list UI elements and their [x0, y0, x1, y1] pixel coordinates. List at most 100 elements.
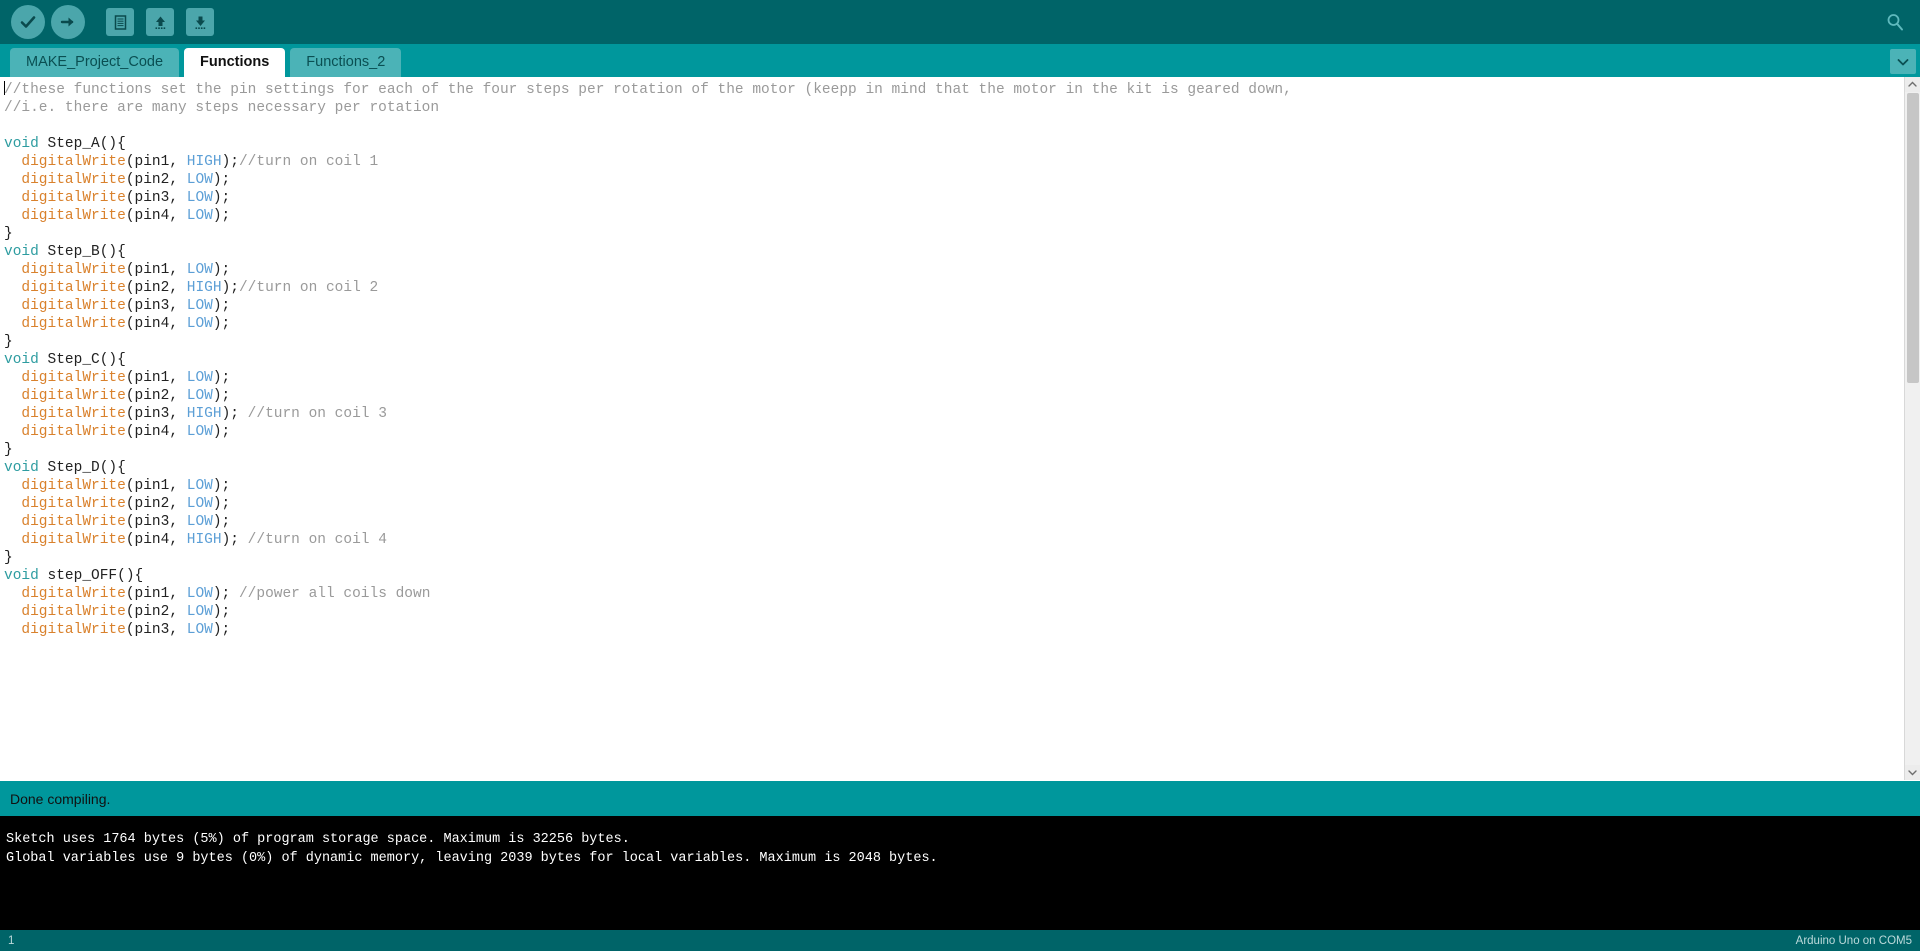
code-token: digitalWrite [21, 424, 125, 440]
code-token: LOW [187, 604, 213, 620]
magnifier-icon [1885, 12, 1905, 32]
code-token: step_OFF(){ [39, 568, 143, 584]
scroll-up-arrow[interactable] [1905, 77, 1920, 92]
code-token: ); [213, 208, 230, 224]
code-token: ); [213, 316, 230, 332]
code-token: digitalWrite [21, 532, 125, 548]
arrow-right-icon [59, 13, 77, 31]
serial-monitor-button[interactable] [1880, 7, 1910, 37]
code-token [4, 190, 21, 206]
code-token: void [4, 244, 39, 260]
code-token: LOW [187, 316, 213, 332]
code-token: LOW [187, 298, 213, 314]
code-token: //these functions set the pin settings f… [4, 82, 1292, 98]
open-sketch-button[interactable] [140, 2, 180, 42]
code-token: LOW [187, 514, 213, 530]
code-line: digitalWrite(pin3, LOW); [4, 189, 1904, 207]
code-token: LOW [187, 586, 213, 602]
code-token: //turn on coil 2 [239, 280, 378, 296]
editor-vertical-scrollbar[interactable] [1904, 77, 1920, 780]
code-token [4, 316, 21, 332]
code-token: ); [222, 406, 248, 422]
code-token: ); [213, 604, 230, 620]
code-token: (pin4, [126, 208, 187, 224]
code-token: digitalWrite [21, 262, 125, 278]
code-token: ); [213, 586, 239, 602]
tab-functions-2[interactable]: Functions_2 [290, 48, 401, 77]
new-sketch-button[interactable] [100, 2, 140, 42]
tab-dropdown-button[interactable] [1890, 49, 1916, 74]
code-line: void Step_A(){ [4, 135, 1904, 153]
code-token: ); [222, 532, 248, 548]
code-editor-area: //these functions set the pin settings f… [0, 77, 1920, 780]
cursor-line-number: 1 [8, 935, 14, 947]
scroll-thumb[interactable] [1907, 93, 1919, 383]
code-token: digitalWrite [21, 190, 125, 206]
code-line: digitalWrite(pin1, LOW); //power all coi… [4, 585, 1904, 603]
code-line: //these functions set the pin settings f… [4, 81, 1904, 99]
arrow-up-icon [152, 14, 169, 31]
code-token: void [4, 136, 39, 152]
code-line: } [4, 225, 1904, 243]
code-line: } [4, 549, 1904, 567]
code-line: digitalWrite(pin2, HIGH);//turn on coil … [4, 279, 1904, 297]
tab-make-project-code[interactable]: MAKE_Project_Code [10, 48, 179, 77]
scroll-down-arrow[interactable] [1905, 765, 1920, 780]
code-token: HIGH [187, 406, 222, 422]
status-message: Done compiling. [10, 791, 110, 807]
code-token: ); [213, 514, 230, 530]
upload-button[interactable] [48, 2, 88, 42]
code-token [4, 604, 21, 620]
code-line: digitalWrite(pin2, LOW); [4, 171, 1904, 189]
code-token: (pin3, [126, 190, 187, 206]
tab-label: MAKE_Project_Code [26, 54, 163, 70]
chevron-down-icon [1897, 58, 1909, 66]
code-token: LOW [187, 478, 213, 494]
code-token: digitalWrite [21, 370, 125, 386]
code-token: (pin1, [126, 370, 187, 386]
code-token: } [4, 226, 13, 242]
code-token: ); [213, 424, 230, 440]
save-sketch-button[interactable] [180, 2, 220, 42]
code-token: LOW [187, 424, 213, 440]
code-token: } [4, 550, 13, 566]
tab-functions[interactable]: Functions [184, 48, 285, 77]
code-line: digitalWrite(pin2, LOW); [4, 387, 1904, 405]
arrow-down-icon [192, 14, 209, 31]
code-token: digitalWrite [21, 586, 125, 602]
code-token [4, 478, 21, 494]
code-token: LOW [187, 262, 213, 278]
code-token: ); [213, 370, 230, 386]
main-toolbar [0, 0, 1920, 44]
console-line: Sketch uses 1764 bytes (5%) of program s… [6, 830, 1912, 849]
code-token: digitalWrite [21, 478, 125, 494]
code-token: digitalWrite [21, 622, 125, 638]
code-token [4, 388, 21, 404]
code-token: digitalWrite [21, 406, 125, 422]
code-line [4, 117, 1904, 135]
code-token: void [4, 568, 39, 584]
code-line: digitalWrite(pin2, LOW); [4, 603, 1904, 621]
code-editor[interactable]: //these functions set the pin settings f… [0, 77, 1904, 780]
code-token: LOW [187, 496, 213, 512]
code-token: (pin4, [126, 316, 187, 332]
chevron-down-icon [1908, 769, 1917, 776]
code-line: digitalWrite(pin4, LOW); [4, 315, 1904, 333]
code-token: digitalWrite [21, 604, 125, 620]
code-token: ); [222, 154, 239, 170]
verify-compile-button[interactable] [8, 2, 48, 42]
open-sketch-square [146, 8, 174, 36]
code-token: void [4, 352, 39, 368]
code-token: ); [213, 388, 230, 404]
code-token [4, 208, 21, 224]
code-token: digitalWrite [21, 154, 125, 170]
code-token: (pin2, [126, 280, 187, 296]
code-token: HIGH [187, 532, 222, 548]
code-token: (pin1, [126, 154, 187, 170]
console-output[interactable]: Sketch uses 1764 bytes (5%) of program s… [0, 816, 1920, 930]
code-line: digitalWrite(pin3, LOW); [4, 297, 1904, 315]
code-token: ); [213, 496, 230, 512]
code-token: (pin3, [126, 298, 187, 314]
board-port-info: Arduino Uno on COM5 [1796, 935, 1912, 947]
code-line: void Step_B(){ [4, 243, 1904, 261]
